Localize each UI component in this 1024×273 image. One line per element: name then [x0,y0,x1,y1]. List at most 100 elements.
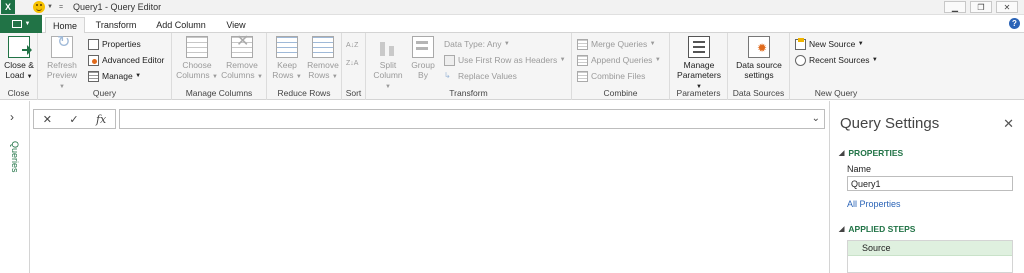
merge-queries-button[interactable]: Merge Queries ▼ [577,37,656,51]
applied-steps-section-header[interactable]: ◢ APPLIED STEPS [839,224,915,234]
first-row-headers-dropdown-icon: ▼ [559,57,566,63]
data-type-label: Data Type: Any [444,39,502,49]
use-first-row-headers-button[interactable]: Use First Row as Headers ▼ [444,53,566,67]
data-source-settings-icon [748,36,770,58]
group-by-icon [412,36,434,58]
feedback-dropdown-icon[interactable]: ▼ [47,4,53,10]
window-controls: ▁ ❐ ✕ [944,1,1018,13]
merge-queries-dropdown-icon: ▼ [649,41,656,47]
query-name-input[interactable]: Query1 [847,176,1013,191]
choose-columns-button[interactable]: Choose Columns ▼ [176,36,218,82]
group-close: Close & Load ▼ Close [0,33,38,100]
properties-button[interactable]: Properties [88,37,141,51]
remove-rows-button[interactable]: Remove Rows ▼ [305,36,341,82]
collapse-applied-steps-icon: ◢ [839,226,845,233]
group-label-combine: Combine [603,88,638,98]
formula-input[interactable]: ⌄ [119,109,825,129]
manage-parameters-label-2-text: Parameters [677,70,721,80]
applied-step-item[interactable]: Source [848,241,1012,256]
close-settings-icon[interactable]: ✕ [1003,116,1014,132]
split-column-label-2-text: Column [373,70,403,80]
applied-steps-list: Source [847,240,1013,273]
combine-files-label: Combine Files [591,71,646,81]
group-label-query: Query [92,88,117,98]
append-queries-button[interactable]: Append Queries ▼ [577,53,661,67]
tab-view[interactable]: View [218,17,254,33]
group-sort: A↓Z Z↓A Sort [342,33,366,100]
remove-rows-label-1: Remove [307,60,339,70]
commit-formula-icon[interactable]: ✓ [69,113,78,126]
cancel-formula-icon[interactable]: ✕ [43,113,52,126]
manage-parameters-icon [688,36,710,58]
keep-rows-label-1: Keep [277,60,297,70]
all-properties-link[interactable]: All Properties [847,199,901,209]
formula-bar-buttons: ✕ ✓ fx [33,109,116,129]
data-source-settings-button[interactable]: Data source settings [731,36,787,80]
advanced-editor-button[interactable]: Advanced Editor [88,53,164,67]
tab-home[interactable]: Home [45,17,85,33]
tab-transform[interactable]: Transform [90,17,142,33]
file-tab[interactable]: ▼ [0,15,42,33]
manage-parameters-button[interactable]: Manage Parameters ▼ [673,36,725,92]
restore-button[interactable]: ❐ [970,1,992,13]
refresh-label-1: Refresh [47,60,77,70]
group-label-manage-columns: Manage Columns [185,88,253,98]
remove-columns-icon [231,36,253,58]
excel-logo-text: X [4,2,11,12]
group-reduce-rows: Keep Rows ▼ Remove Rows ▼ Reduce Rows [267,33,342,100]
split-column-label-1: Split [379,60,397,70]
replace-values-button[interactable]: ↳ Replace Values [444,69,517,83]
close-load-button[interactable]: Close & Load ▼ [4,36,34,82]
close-window-button[interactable]: ✕ [996,1,1018,13]
manage-button[interactable]: Manage ▼ [88,69,141,83]
group-new-query: New Source ▼ Recent Sources ▼ New Query [790,33,882,100]
keep-rows-button[interactable]: Keep Rows ▼ [270,36,304,82]
properties-icon [88,38,99,50]
ribbon-tabs: ▼ Home Transform Add Column View ? [0,15,1024,33]
smiley-feedback-icon[interactable] [33,1,45,13]
new-source-button[interactable]: New Source ▼ [795,37,864,51]
replace-values-label: Replace Values [458,71,517,81]
qat-customize-icon[interactable]: = [59,4,63,11]
remove-columns-button[interactable]: Remove Columns ▼ [220,36,264,82]
refresh-preview-button[interactable]: Refresh Preview ▼ [44,36,80,92]
minimize-button[interactable]: ▁ [944,1,966,13]
split-column-button[interactable]: Split Column ▼ [370,36,406,92]
group-label-sort: Sort [345,88,362,98]
group-by-button[interactable]: Group By [410,36,436,80]
help-icon[interactable]: ? [1009,18,1020,29]
append-queries-icon [577,54,588,66]
sort-ascending-button[interactable]: A↓Z [346,38,358,52]
first-row-headers-label: Use First Row as Headers [458,55,558,65]
expand-queries-icon[interactable]: › [10,110,14,124]
group-query: Refresh Preview ▼ Properties Advanced Ed… [38,33,172,100]
queries-pane-label[interactable]: Queries [10,141,20,173]
remove-rows-label-2: Rows ▼ [308,70,338,80]
expand-formula-chevron-icon[interactable]: ⌄ [812,113,820,124]
recent-sources-button[interactable]: Recent Sources ▼ [795,53,878,67]
append-queries-label: Append Queries [591,55,653,65]
excel-logo-icon[interactable]: X [1,0,15,14]
tab-add-column[interactable]: Add Column [150,17,212,33]
fx-icon[interactable]: fx [96,113,106,126]
group-combine: Merge Queries ▼ Append Queries ▼ Combine… [572,33,670,100]
group-label-new-query: New Query [814,88,858,98]
refresh-label-2-text: Preview [46,70,78,80]
query-name-label: Name [847,164,872,174]
manage-label: Manage [102,71,133,81]
new-source-label: New Source [809,39,856,49]
advanced-editor-label: Advanced Editor [102,55,165,65]
group-by-label-2: By [418,70,428,80]
group-label-close: Close [7,88,30,98]
choose-columns-label-2: Columns ▼ [176,70,218,80]
append-queries-dropdown-icon: ▼ [654,57,661,63]
properties-header-label: PROPERTIES [848,148,904,158]
combine-files-button[interactable]: Combine Files [577,69,645,83]
properties-section-header[interactable]: ◢ PROPERTIES [839,148,903,158]
close-load-label-2: Load ▼ [5,70,33,80]
sort-descending-button[interactable]: Z↓A [346,56,358,70]
data-type-dropdown[interactable]: Data Type: Any ▼ [444,37,510,51]
query-settings-pane: Query Settings ✕ ◢ PROPERTIES Name Query… [829,101,1024,273]
merge-queries-label: Merge Queries [591,39,648,49]
query-settings-title: Query Settings [840,115,940,132]
